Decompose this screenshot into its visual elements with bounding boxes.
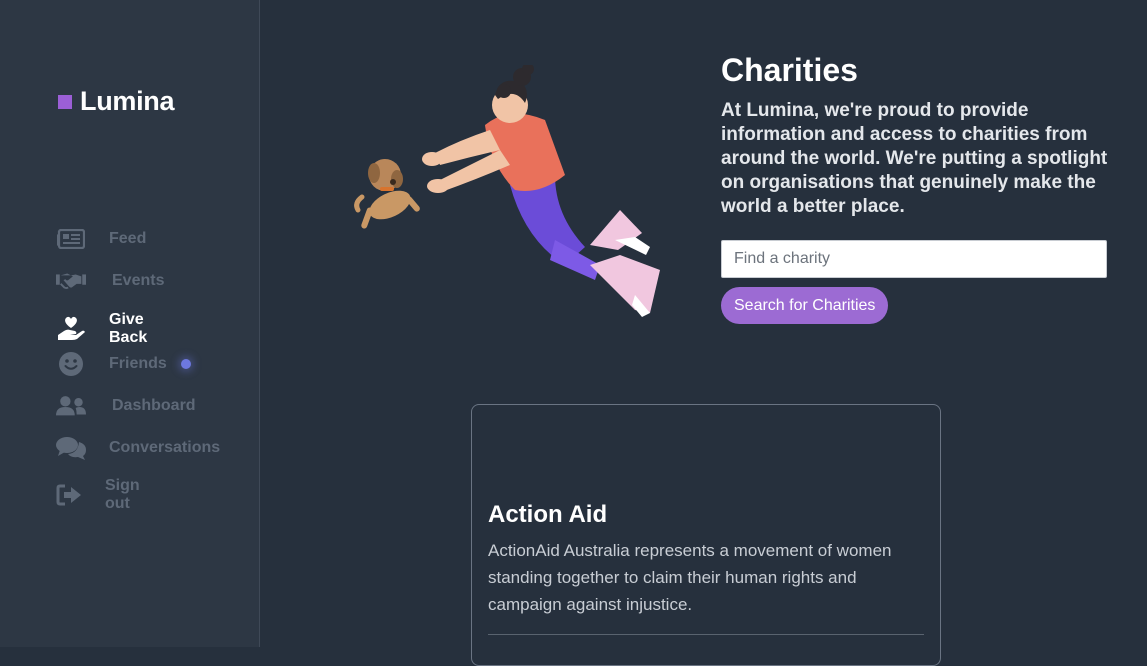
- handshake-icon: [56, 269, 86, 293]
- newspaper-icon: [56, 227, 86, 251]
- charity-name: Action Aid: [488, 501, 608, 528]
- sidebar-item-label: Friends: [109, 355, 167, 372]
- notification-dot: [180, 359, 191, 369]
- sidebar-item-conversations[interactable]: Conversations: [56, 436, 220, 460]
- charity-search-input[interactable]: [721, 240, 1107, 278]
- search-charities-button[interactable]: Search for Charities: [721, 287, 889, 324]
- sign-out-icon: [56, 483, 82, 507]
- person-illustration: [422, 63, 660, 317]
- card-divider: [488, 634, 924, 635]
- hero-section: Charities At Lumina, we're proud to prov…: [721, 52, 1121, 219]
- hero-illustration: [350, 63, 680, 325]
- sidebar-item-sign-out[interactable]: Sign out: [56, 477, 144, 513]
- brand-name: Lumina: [80, 86, 175, 116]
- sidebar: Lumina Feed Events Give Back Friends Das…: [0, 0, 260, 647]
- sidebar-item-label: Events: [112, 272, 165, 289]
- sidebar-item-label: Give Back: [109, 311, 148, 346]
- charity-description: ActionAid Australia represents a movemen…: [488, 541, 892, 614]
- sidebar-item-feed[interactable]: Feed: [56, 227, 146, 251]
- page-title: Charities: [721, 52, 858, 88]
- charity-card[interactable]: Action Aid ActionAid Australia represent…: [471, 404, 941, 666]
- sidebar-item-label: Dashboard: [112, 397, 196, 414]
- dog-illustration: [354, 159, 420, 229]
- sidebar-item-events[interactable]: Events: [56, 269, 164, 293]
- sidebar-item-give-back[interactable]: Give Back: [56, 311, 147, 347]
- sidebar-item-label: Feed: [109, 230, 147, 247]
- brand-logo[interactable]: Lumina: [58, 86, 175, 117]
- heart-hand-icon: [56, 316, 86, 341]
- brand-mark-icon: [58, 94, 72, 109]
- comments-icon: [56, 436, 86, 460]
- sidebar-item-label: Sign out: [105, 477, 140, 512]
- sidebar-item-label: Conversations: [109, 439, 221, 456]
- smile-icon: [56, 352, 86, 376]
- sidebar-item-dashboard[interactable]: Dashboard: [56, 394, 196, 418]
- sidebar-item-friends[interactable]: Friends: [56, 352, 191, 376]
- hero-description: At Lumina, we're proud to provide inform…: [721, 100, 1108, 217]
- users-icon: [56, 394, 86, 418]
